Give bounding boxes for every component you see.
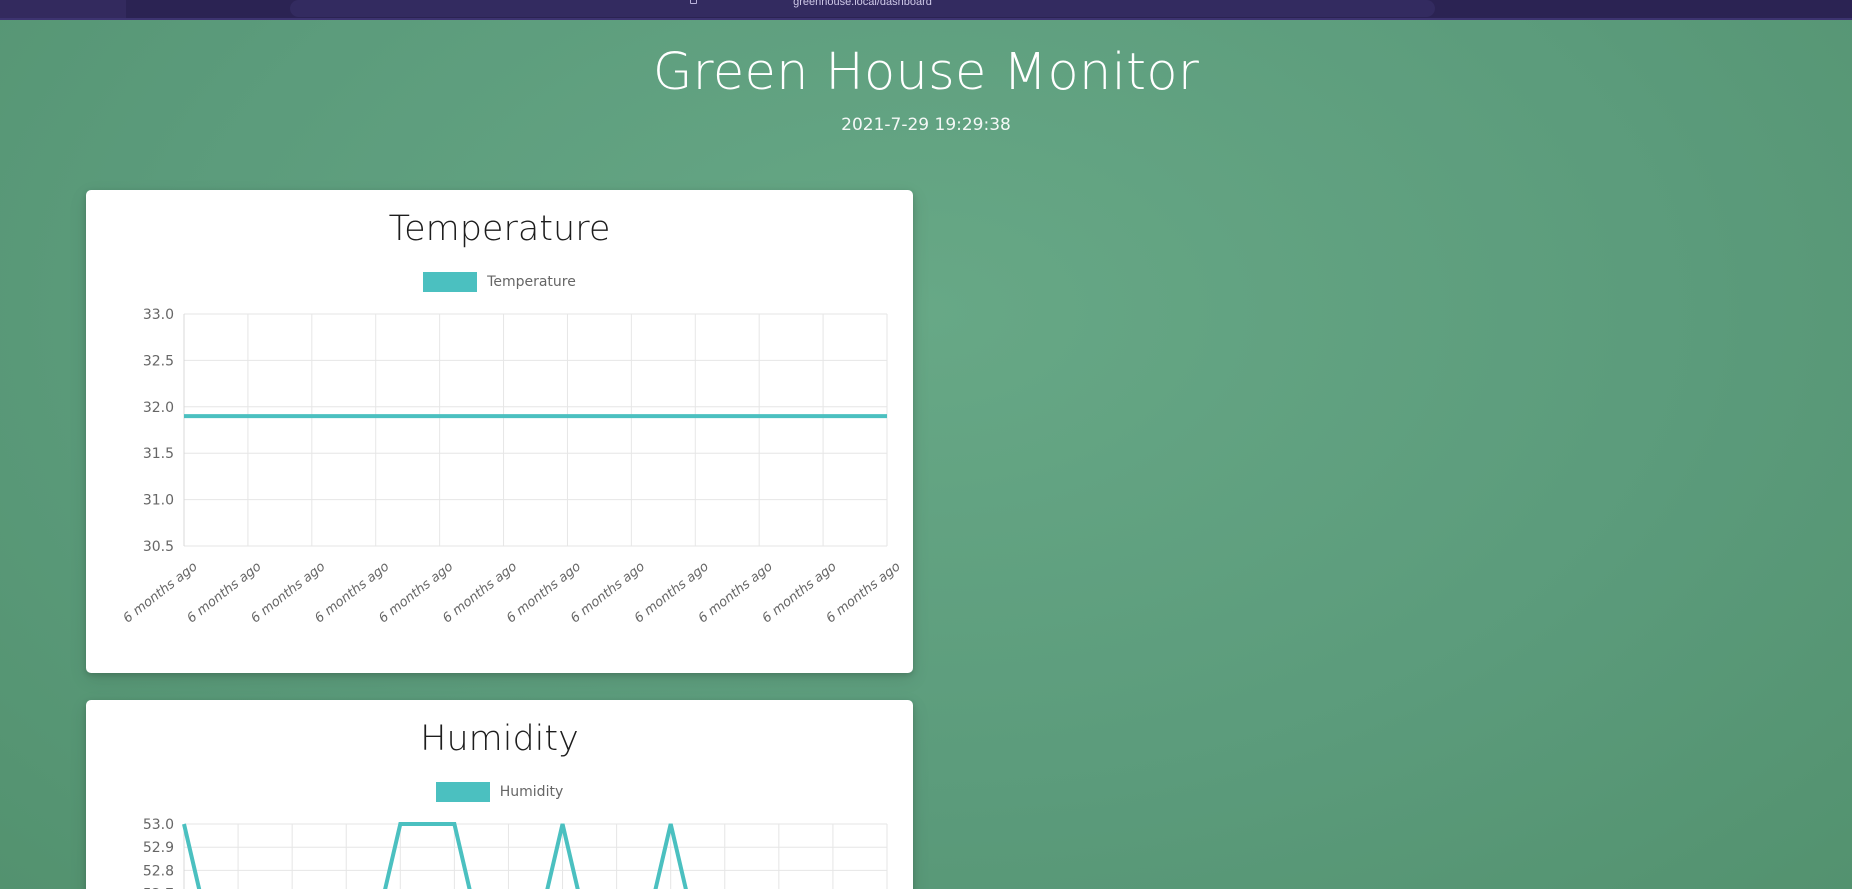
dashboard-grid: Temperature Temperature 33.0 32.5 32.0 31.5… xyxy=(86,190,1766,889)
app-root: greenhouse.local/dashboard Green House M… xyxy=(0,0,1852,889)
card-title-temperature: Temperature xyxy=(388,209,611,249)
chart-humidity[interactable]: 53.052.952.852.752.652.552.452.352.252.1… xyxy=(86,814,913,889)
legend-label-humidity: Humidity xyxy=(499,784,564,800)
browser-tab-active[interactable] xyxy=(0,0,126,20)
chart-temperature[interactable]: 33.0 32.5 32.0 31.5 31.0 30.5 6 months ago 6 mo… xyxy=(86,304,913,634)
browser-address-bar[interactable]: greenhouse.local/dashboard xyxy=(290,0,1435,17)
card-title-humidity: Humidity xyxy=(420,719,579,759)
legend-swatch-icon[interactable] xyxy=(435,782,490,802)
legend-humidity: Humidity xyxy=(86,782,913,802)
svg-text:52.9: 52.9 xyxy=(143,840,174,856)
svg-text:30.5: 30.5 xyxy=(143,539,174,555)
page-timestamp: 2021-7-29 19:29:38 xyxy=(841,115,1011,135)
card-humidity: Humidity Humidity 53.052.952.852.752.652… xyxy=(86,700,913,889)
svg-text:53.0: 53.0 xyxy=(143,817,174,833)
browser-url-text: greenhouse.local/dashboard xyxy=(793,0,932,8)
svg-text:31.5: 31.5 xyxy=(143,446,174,462)
svg-text:31.0: 31.0 xyxy=(143,493,174,509)
svg-text:32.5: 32.5 xyxy=(143,353,174,369)
svg-text:33.0: 33.0 xyxy=(143,307,174,323)
svg-text:32.0: 32.0 xyxy=(143,400,174,416)
svg-text:52.8: 52.8 xyxy=(143,863,174,879)
card-temperature: Temperature Temperature 33.0 32.5 32.0 31.5… xyxy=(86,190,913,673)
page-title: Green House Monitor xyxy=(652,43,1200,102)
legend-swatch-icon[interactable] xyxy=(423,272,478,292)
legend-temperature: Temperature xyxy=(86,272,913,292)
page-header: Green House Monitor 2021-7-29 19:29:38 xyxy=(0,20,1852,137)
legend-label-temperature: Temperature xyxy=(487,274,576,290)
browser-chrome: greenhouse.local/dashboard xyxy=(0,0,1852,20)
